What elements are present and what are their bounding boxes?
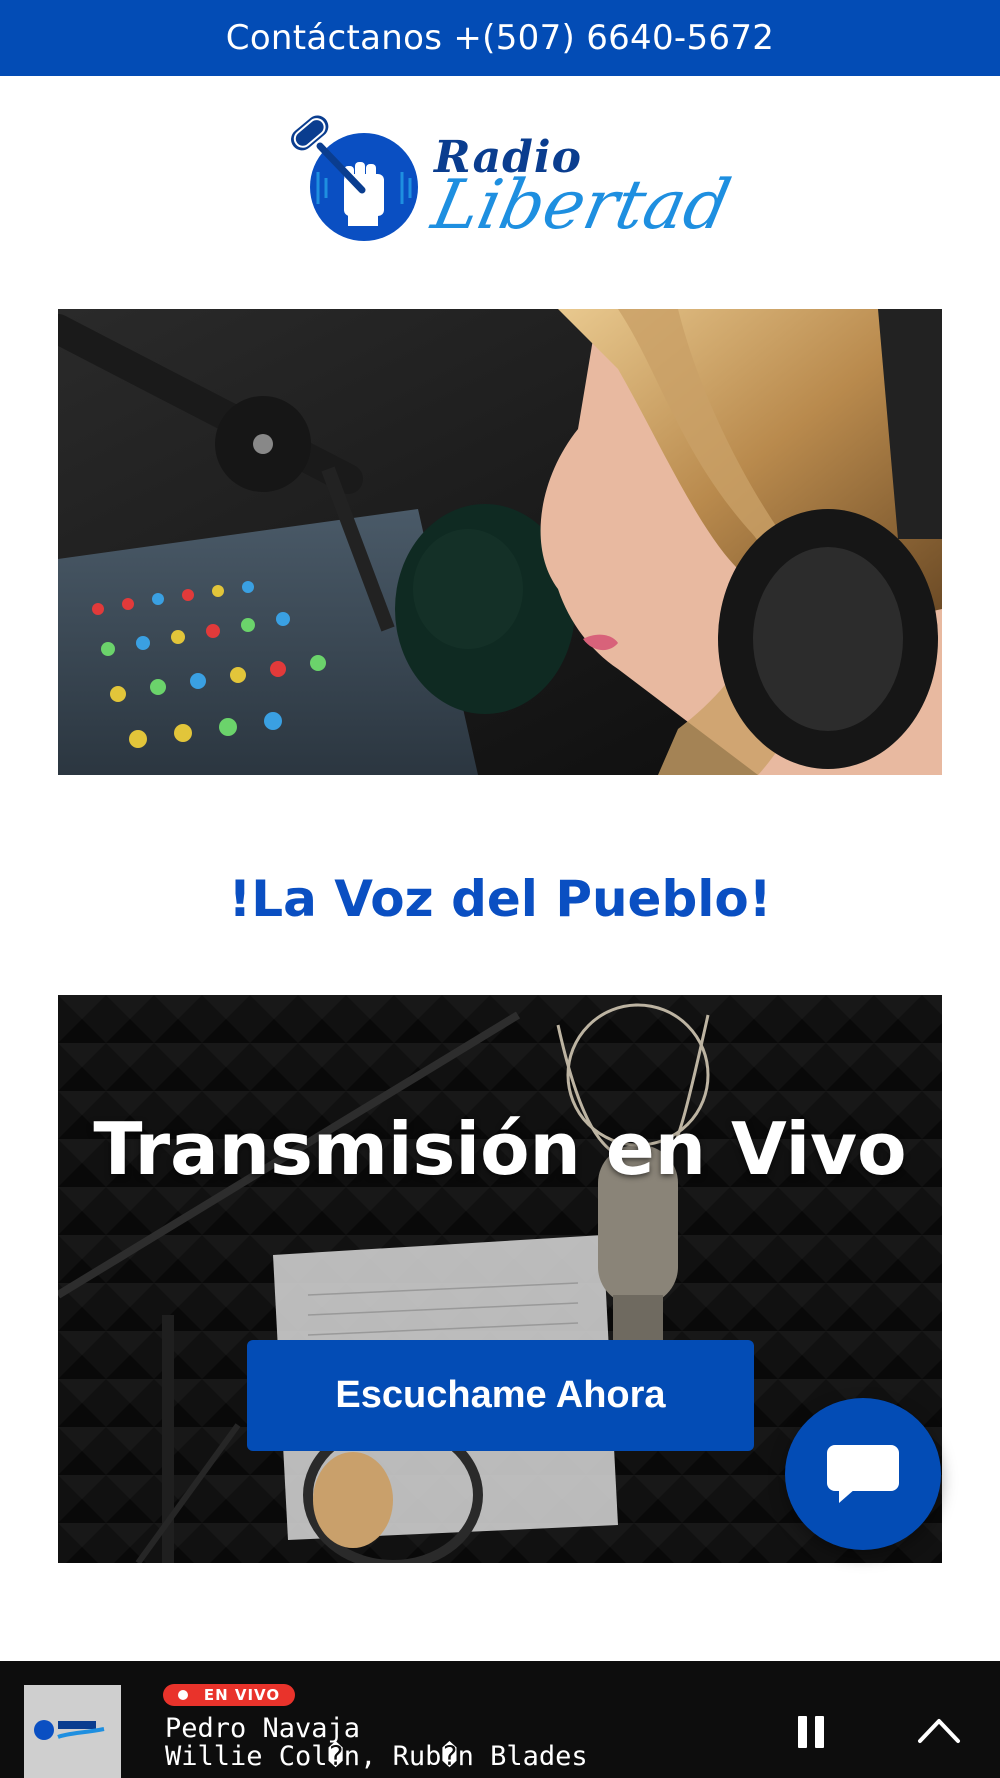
track-artist: Willie Col�n, Rub�n Blades	[165, 1741, 588, 1772]
chat-button[interactable]	[785, 1398, 941, 1550]
contact-bar[interactable]: Contáctanos +(507) 6640-5672	[0, 0, 1000, 76]
listen-now-button[interactable]: Escuchame Ahora	[247, 1340, 754, 1451]
pause-icon-bar	[815, 1716, 824, 1748]
track-title: Pedro Navaja	[165, 1713, 361, 1744]
live-title: Transmisión en Vivo	[93, 1107, 907, 1191]
audio-player-bar: EN VIVO Pedro Navaja Willie Col�n, Rub�n…	[0, 1661, 1000, 1778]
pause-icon	[798, 1716, 807, 1748]
chevron-up-icon[interactable]	[916, 1709, 962, 1749]
pause-button[interactable]	[798, 1716, 824, 1748]
live-badge-label: EN VIVO	[203, 1686, 281, 1704]
studio-photo	[58, 309, 942, 775]
logo-text-libertad: Libertad	[425, 166, 737, 245]
tagline: !La Voz del Pueblo!	[228, 870, 772, 928]
station-thumbnail	[24, 1685, 121, 1778]
contact-text[interactable]: Contáctanos +(507) 6640-5672	[226, 18, 774, 58]
page: Contáctanos +(507) 6640-5672 Radio Liber…	[0, 0, 1000, 1778]
chat-bubble-icon	[827, 1445, 899, 1503]
live-dot-icon	[177, 1690, 188, 1700]
site-logo[interactable]: Radio Libertad	[286, 112, 737, 262]
hero-image	[58, 309, 942, 775]
radio-logo-thumb-icon	[24, 1685, 121, 1778]
microphone-fist-icon	[291, 115, 418, 241]
live-badge: EN VIVO	[163, 1684, 295, 1706]
